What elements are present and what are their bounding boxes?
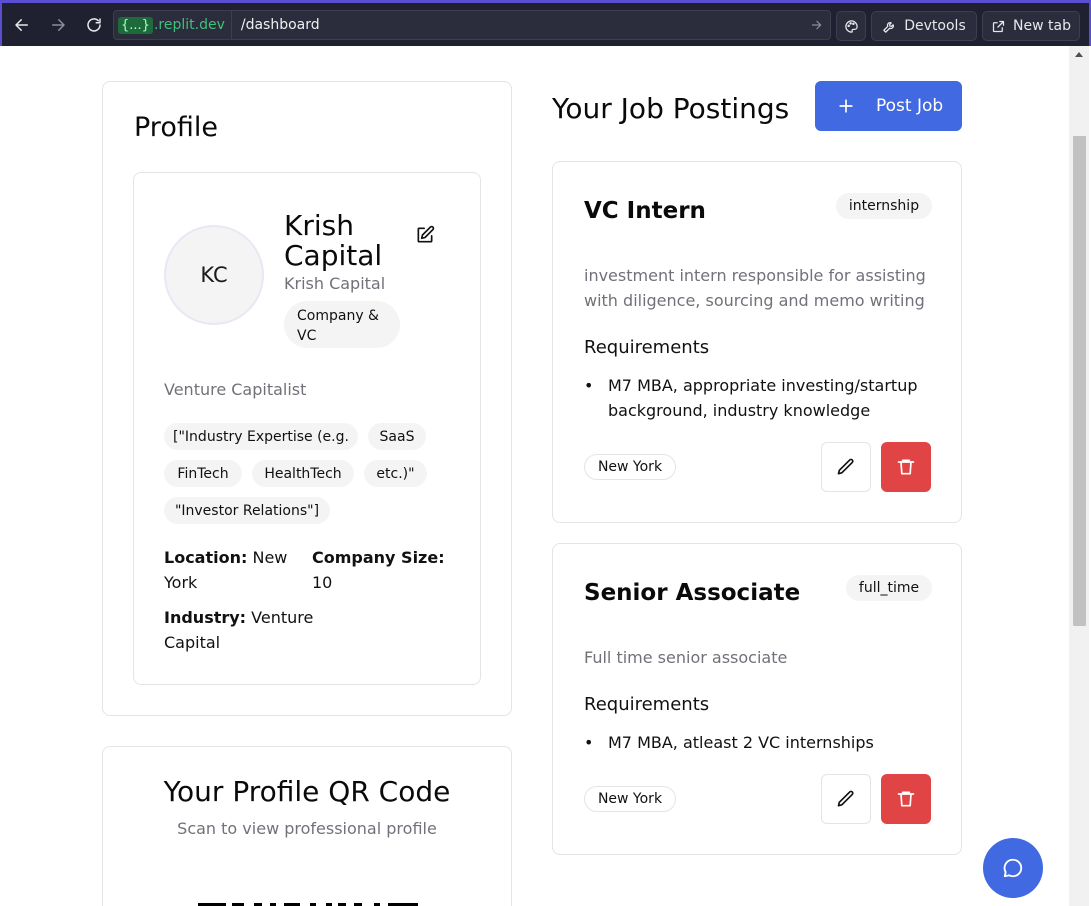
page-viewport: Profile KC Krish Capital Krish Capital C… [2, 46, 1089, 906]
chat-button[interactable] [983, 838, 1043, 898]
company-type-badge: Company & VC [284, 301, 400, 348]
pencil-icon [837, 458, 854, 475]
post-job-button[interactable]: Post Job [815, 81, 962, 131]
requirements-heading: Requirements [584, 337, 710, 358]
requirement-item: M7 MBA, atleast 2 VC internships [584, 730, 934, 755]
company-subtitle: Krish Capital [284, 274, 386, 293]
qr-subtitle: Scan to view professional profile [177, 819, 437, 838]
reload-icon [87, 17, 101, 32]
location-label: Location: [164, 548, 248, 567]
profile-tag: FinTech [164, 460, 242, 487]
location-info: Location: New York [164, 545, 294, 595]
external-link-icon [992, 20, 1005, 32]
url-host-text: .replit.dev [153, 17, 225, 33]
url-badge: {...} [118, 16, 153, 34]
avatar: KC [164, 225, 264, 325]
qr-code-card: Your Profile QR Code Scan to view profes… [102, 746, 512, 906]
requirements-list: M7 MBA, atleast 2 VC internships [584, 730, 934, 755]
reload-button[interactable] [78, 9, 110, 41]
jobs-section-title: Your Job Postings [552, 92, 790, 125]
chat-bubble-icon [1003, 858, 1023, 878]
edit-job-button[interactable] [821, 774, 871, 824]
edit-job-button[interactable] [821, 442, 871, 492]
profile-tag: ["Industry Expertise (e.g. [164, 423, 358, 450]
edit-profile-button[interactable] [415, 225, 435, 245]
job-description: investment intern responsible for assist… [584, 266, 926, 310]
profile-tag: etc.)" [364, 460, 427, 487]
job-title: Senior Associate [584, 580, 801, 606]
browser-toolbar: {...} .replit.dev /dashboard Devtools Ne… [0, 0, 1091, 46]
delete-job-button[interactable] [881, 442, 931, 492]
job-location-badge: New York [584, 454, 676, 480]
profile-card: Profile KC Krish Capital Krish Capital C… [102, 81, 512, 716]
back-button[interactable] [6, 9, 38, 41]
new-tab-label: New tab [1013, 18, 1071, 34]
palette-icon [844, 19, 858, 33]
address-bar[interactable]: {...} .replit.dev /dashboard [113, 10, 831, 40]
profile-tag: SaaS [368, 423, 426, 450]
company-size-label: Company Size: [312, 548, 445, 567]
edit-square-icon [417, 225, 435, 243]
arrow-right-icon [52, 18, 65, 31]
devtools-button[interactable]: Devtools [871, 11, 977, 41]
devtools-label: Devtools [904, 18, 966, 34]
url-go-icon[interactable] [802, 18, 830, 32]
profile-tag: "Investor Relations"] [164, 497, 330, 524]
pencil-icon [837, 790, 854, 807]
industry-info: Industry: Venture Capital [164, 605, 314, 655]
job-description: Full time senior associate [584, 648, 788, 667]
forward-button[interactable] [42, 9, 74, 41]
arrow-left-icon [15, 18, 28, 31]
role-text: Venture Capitalist [164, 380, 307, 399]
profile-details-card: KC Krish Capital Krish Capital Company &… [133, 172, 481, 685]
page-scrollbar[interactable] [1069, 46, 1089, 906]
scroll-up-arrow[interactable] [1075, 52, 1083, 57]
job-type-badge: internship [836, 193, 932, 219]
qr-title: Your Profile QR Code [163, 775, 451, 808]
job-card: VC Intern internship investment intern r… [552, 161, 962, 523]
job-title: VC Intern [584, 198, 706, 224]
company-size-info: Company Size: 10 [312, 545, 452, 595]
company-size-value: 10 [312, 573, 333, 592]
job-location-badge: New York [584, 786, 676, 812]
new-tab-button[interactable]: New tab [982, 11, 1080, 41]
url-path[interactable]: /dashboard [232, 17, 802, 33]
palette-button[interactable] [836, 11, 866, 41]
url-host: {...} .replit.dev [114, 11, 232, 39]
job-card: Senior Associate full_time Full time sen… [552, 543, 962, 855]
requirements-heading: Requirements [584, 694, 710, 715]
requirements-list: M7 MBA, appropriate investing/startup ba… [584, 373, 934, 423]
requirement-item: M7 MBA, appropriate investing/startup ba… [584, 373, 934, 423]
profile-section-title: Profile [134, 112, 218, 143]
job-type-badge: full_time [846, 575, 932, 601]
trash-icon [897, 459, 915, 475]
profile-tag: HealthTech [252, 460, 354, 487]
scroll-thumb[interactable] [1073, 136, 1086, 626]
wrench-icon [883, 21, 895, 33]
post-job-label: Post Job [876, 96, 944, 116]
plus-icon [836, 96, 856, 116]
trash-icon [897, 791, 915, 807]
company-name: Krish Capital [284, 209, 383, 272]
delete-job-button[interactable] [881, 774, 931, 824]
industry-label: Industry: [164, 608, 247, 627]
